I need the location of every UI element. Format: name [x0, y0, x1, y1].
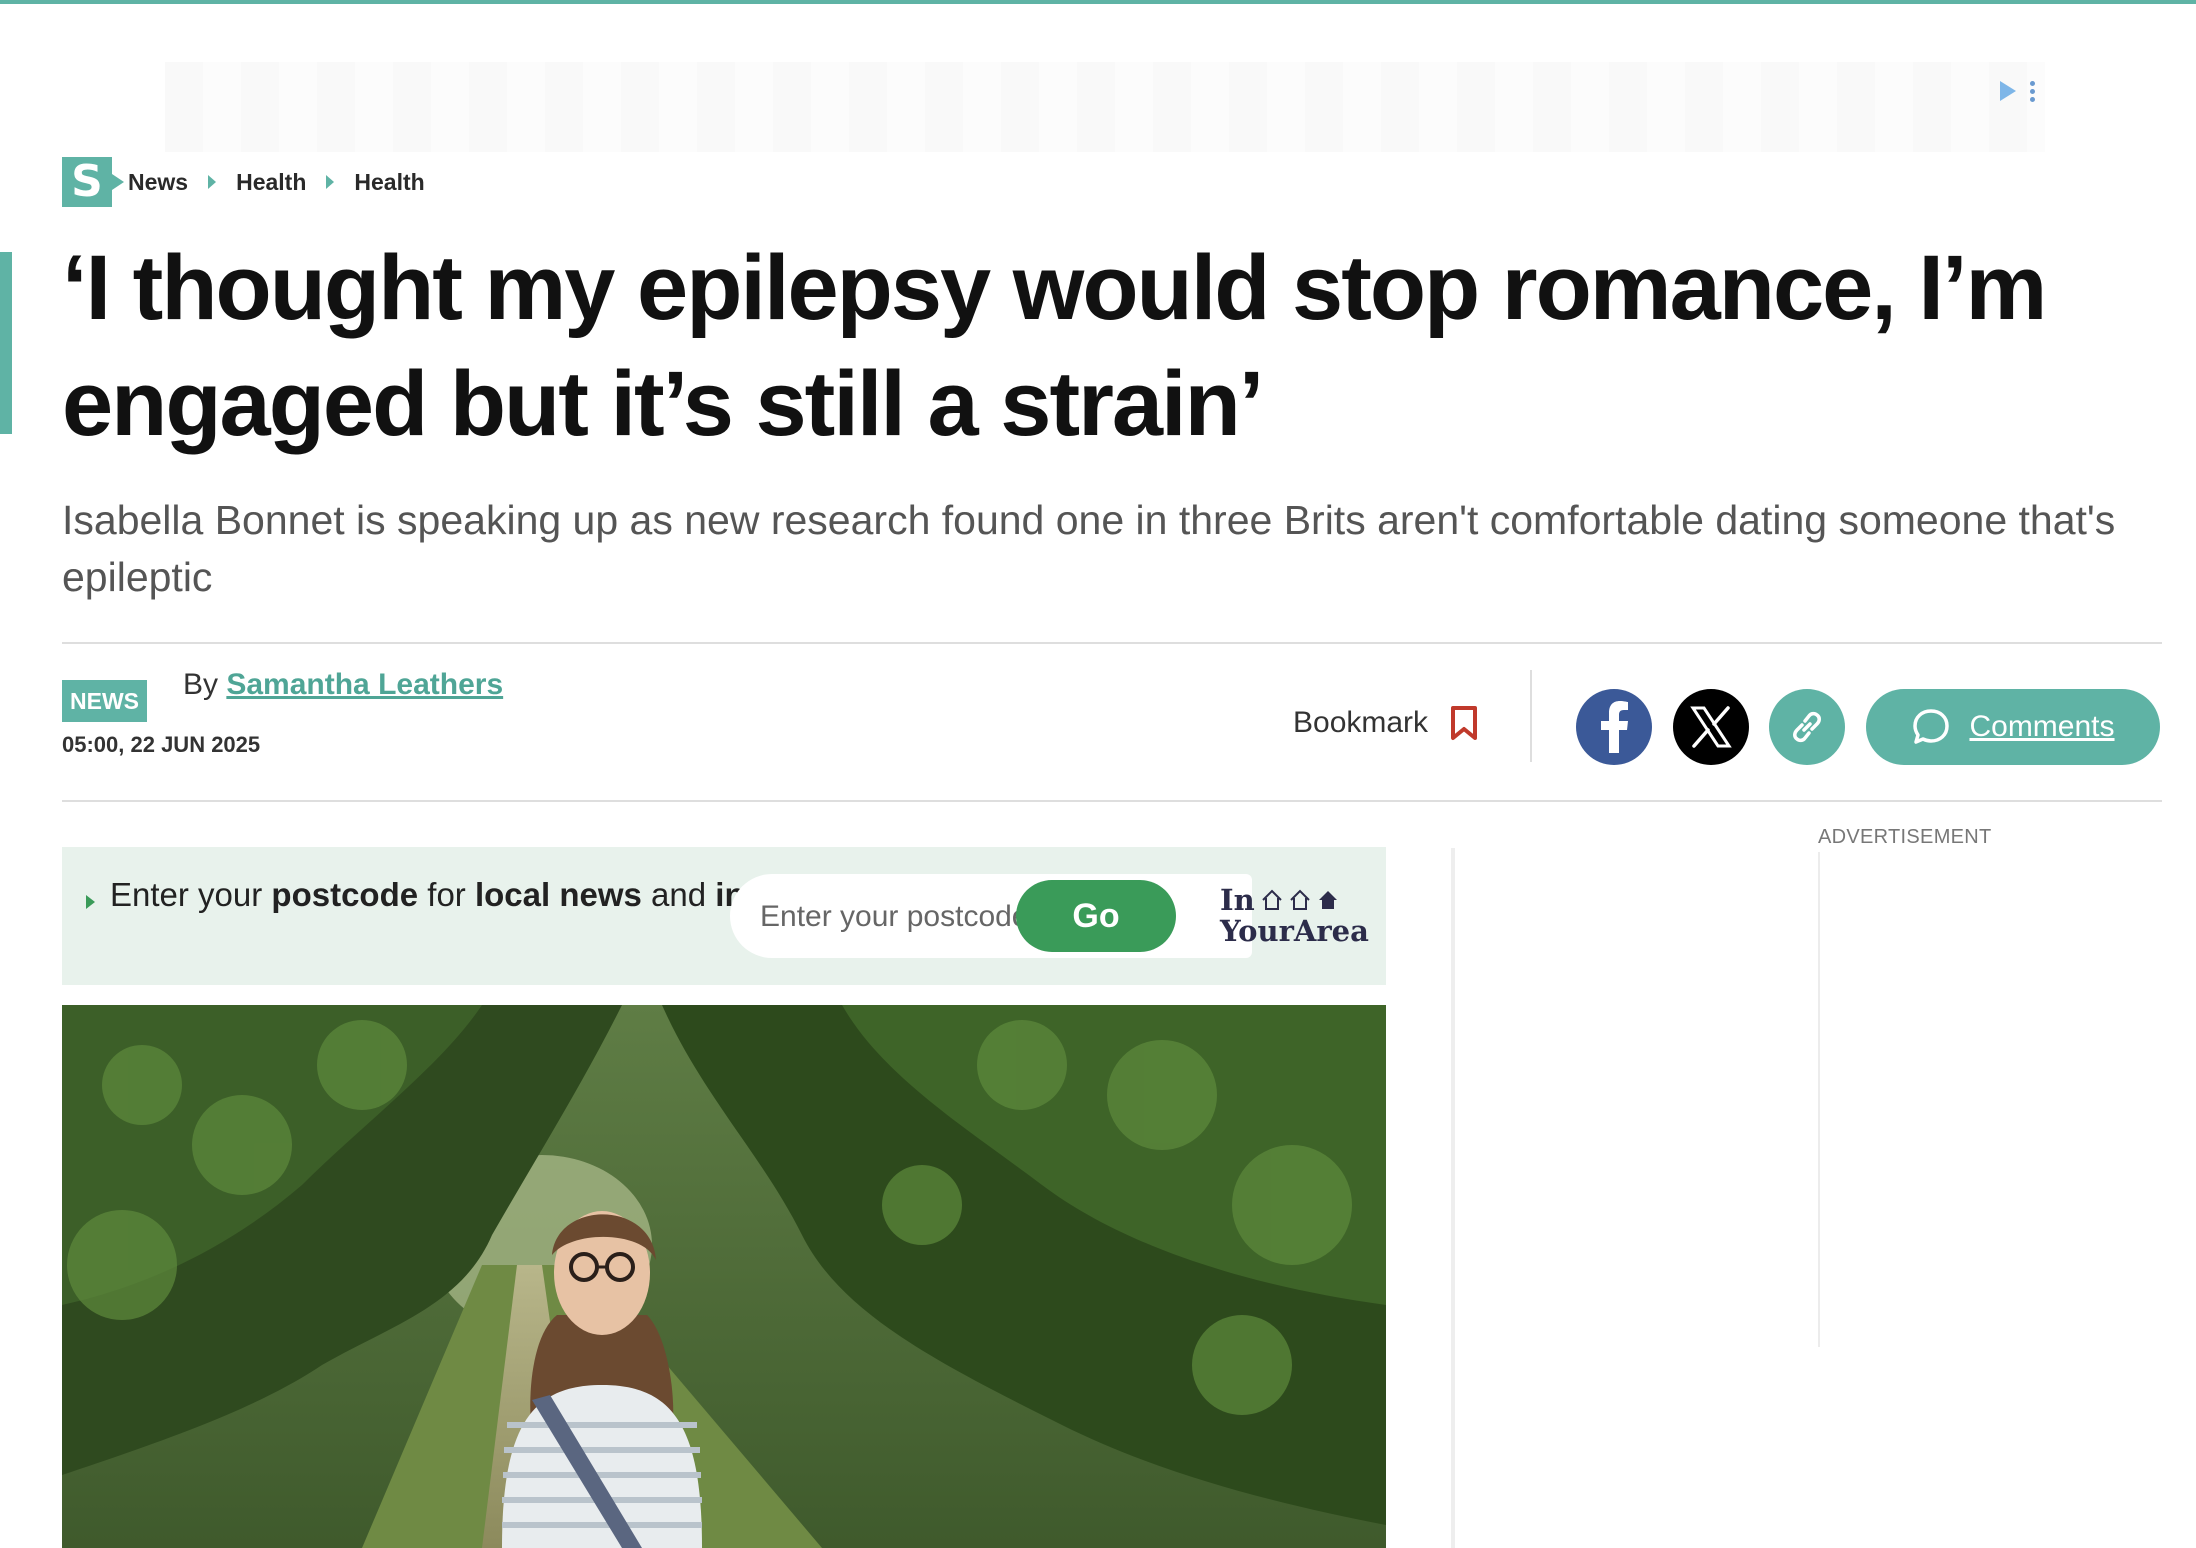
- divider: [62, 642, 2162, 644]
- publish-timestamp: 05:00, 22 JUN 2025: [62, 732, 261, 757]
- column-divider: [1451, 848, 1455, 1548]
- sidebar-ad-slot[interactable]: [1818, 852, 1820, 1347]
- x-icon: [1690, 706, 1732, 748]
- divider: [62, 800, 2162, 802]
- category-tag[interactable]: NEWS: [62, 680, 147, 722]
- breadcrumb-health[interactable]: Health: [236, 169, 306, 196]
- byline-prefix: By: [183, 668, 219, 701]
- postcode-prompt: Enter your postcode for local news and i…: [110, 876, 776, 913]
- breadcrumb: S News Health Health: [62, 156, 425, 208]
- inyourarea-logo[interactable]: In YourArea: [1220, 885, 1369, 947]
- facebook-icon: [1601, 701, 1628, 753]
- article-standfirst: Isabella Bonnet is speaking up as new re…: [62, 497, 2116, 600]
- headline-accent-bar: [0, 252, 12, 434]
- postcode-input[interactable]: [730, 874, 1052, 960]
- top-ad-banner[interactable]: [165, 62, 2045, 152]
- byline: By Samantha Leathers: [183, 668, 503, 702]
- postcode-go-button[interactable]: Go: [1016, 880, 1176, 952]
- inyourarea-logo-text-2: YourArea: [1220, 914, 1369, 948]
- author-link[interactable]: Samantha Leathers: [226, 668, 503, 701]
- bookmark-button[interactable]: Bookmark: [1293, 705, 1478, 741]
- comments-label: Comments: [1969, 710, 2115, 743]
- ad-choices[interactable]: [2000, 76, 2060, 106]
- ad-play-icon[interactable]: [2000, 81, 2016, 101]
- advertisement-label: ADVERTISEMENT: [1818, 826, 1992, 848]
- houses-icon: [1261, 889, 1337, 910]
- copy-link-button[interactable]: [1769, 689, 1845, 765]
- breadcrumb-arrow-icon: [208, 175, 217, 189]
- breadcrumb-arrow-icon: [326, 175, 335, 189]
- ad-menu-icon[interactable]: [2030, 80, 2035, 102]
- postcode-widget: Enter your postcode for local news and i…: [62, 847, 1386, 985]
- inyourarea-logo-text: In: [1220, 883, 1255, 917]
- comments-button[interactable]: Comments: [1866, 689, 2160, 765]
- link-icon: [1793, 711, 1821, 743]
- share-x-button[interactable]: [1673, 689, 1749, 765]
- article-hero-image[interactable]: [62, 1005, 1386, 1548]
- breadcrumb-health-sub[interactable]: Health: [354, 169, 424, 196]
- article-headline: ‘I thought my epilepsy would stop romanc…: [62, 237, 2047, 455]
- bookmark-icon: [1450, 705, 1478, 741]
- breadcrumb-news[interactable]: News: [128, 169, 188, 196]
- site-logo[interactable]: S: [62, 157, 124, 207]
- share-facebook-button[interactable]: [1576, 689, 1652, 765]
- bookmark-label: Bookmark: [1293, 706, 1429, 739]
- action-divider: [1530, 670, 1532, 762]
- comment-bubble-icon: [1913, 709, 1950, 744]
- top-accent-rule: [0, 0, 2196, 4]
- article-page: S News Health Health ‘I thought my epile…: [0, 0, 2196, 1548]
